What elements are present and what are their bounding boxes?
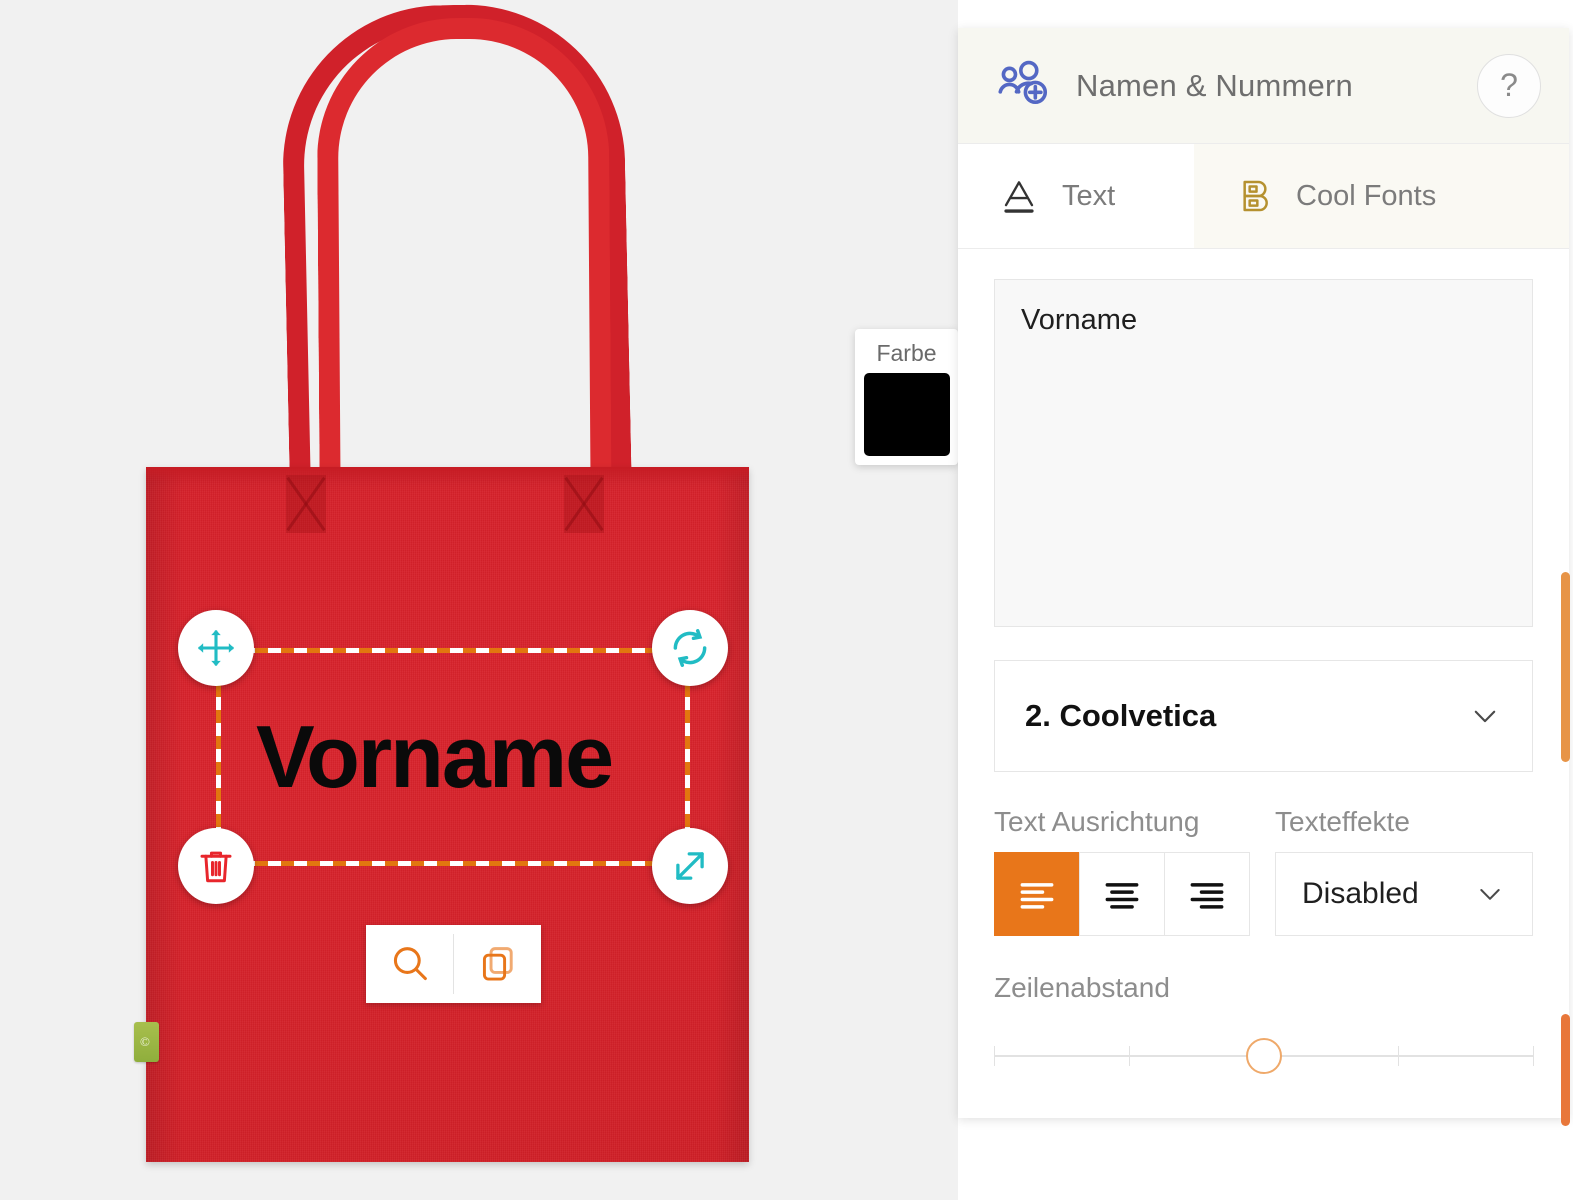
align-left-button[interactable] [994,852,1080,936]
panel-title: Namen & Nummern [1076,67,1353,103]
line-spacing-slider[interactable] [994,1038,1534,1074]
bag-top-rim [146,467,749,483]
panel-header: Namen & Nummern ? [958,28,1569,144]
color-card-label: Farbe [876,340,937,366]
align-buttons [994,852,1250,936]
rotate-handle[interactable] [652,610,728,686]
effects-select[interactable]: Disabled [1275,852,1533,936]
effects-select-value: Disabled [1302,877,1419,910]
line-spacing-group: Zeilenabstand [994,972,1534,1074]
align-center-icon [1105,883,1139,909]
product-preview[interactable]: © Vorname [0,0,958,1200]
alignment-group: Text Ausrichtung [994,806,1250,936]
color-swatch[interactable] [863,373,950,456]
panel-body: 2. Coolvetica Text Ausrichtung [958,249,1569,1074]
slider-tick [1128,1046,1130,1066]
align-right-icon [1190,883,1224,909]
chevron-down-icon [1480,889,1500,900]
bag-tag-mark: © [140,1034,150,1049]
chevron-down-icon [1474,710,1496,723]
design-text[interactable]: Vorname [256,713,614,801]
bag-stitch-left [286,475,326,533]
resize-handle[interactable] [652,828,728,904]
align-center-button[interactable] [1079,852,1165,936]
bag-stitch-right [564,475,604,533]
tab-cool-fonts[interactable]: Cool Fonts [1194,144,1569,248]
trash-icon [200,851,232,883]
effects-label: Texteffekte [1275,806,1410,837]
bag-brand-tag: © [134,1022,159,1062]
tab-cool-fonts-label: Cool Fonts [1296,179,1437,212]
help-button[interactable]: ? [1477,53,1541,118]
selection-edge-top [216,648,690,653]
scrollbar-lower[interactable] [1561,1014,1570,1126]
scrollbar-upper[interactable] [1561,572,1570,762]
slider-tick [1533,1046,1534,1066]
text-settings-panel: Namen & Nummern ? Text Cool Fonts 2. Coo… [958,28,1569,1118]
design-toolbar[interactable] [366,925,541,1003]
zoom-button[interactable] [366,925,453,1003]
slider-tick [994,1046,995,1066]
delete-handle[interactable] [178,828,254,904]
color-card[interactable]: Farbe [855,329,958,465]
bag-handle-inner [316,16,612,511]
design-selection-box[interactable]: Vorname [178,610,728,904]
letter-a-underline-icon [1004,181,1034,213]
effects-group: Texteffekte Disabled [1275,806,1533,936]
tab-text[interactable]: Text [958,144,1194,248]
resize-diagonal-icon [676,852,704,880]
tab-text-label: Text [1062,179,1116,212]
panel-tabs: Text Cool Fonts [958,144,1569,249]
text-input[interactable] [994,279,1533,627]
controls-row: Text Ausrichtung Texteffekte Disabled [994,806,1533,936]
rotate-icon [673,629,707,667]
selection-edge-bottom [216,861,690,866]
duplicate-button[interactable] [454,925,541,1003]
line-spacing-label: Zeilenabstand [994,972,1170,1003]
alignment-label: Text Ausrichtung [994,806,1200,837]
copy-icon [482,947,513,981]
font-select-value: 2. Coolvetica [1025,698,1217,733]
move-handle[interactable] [178,610,254,686]
users-add-icon [998,60,1048,104]
font-select[interactable]: 2. Coolvetica [994,660,1533,772]
bold-b-icon [1243,180,1268,212]
magnifier-icon [393,947,427,981]
slider-tick [1398,1046,1400,1066]
slider-thumb[interactable] [1245,1038,1282,1074]
product-canvas[interactable]: © Vorname [0,0,958,1200]
move-arrows-icon [198,630,234,666]
align-left-icon [1020,883,1054,909]
align-right-button[interactable] [1164,852,1250,936]
